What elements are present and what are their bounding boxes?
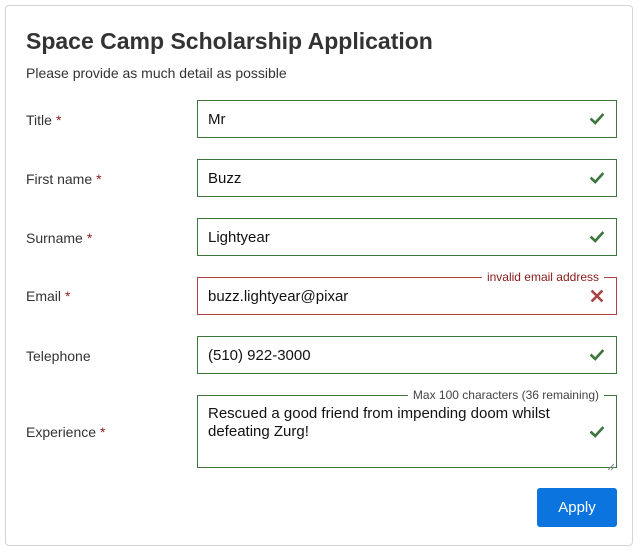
email-label: Email * bbox=[26, 288, 70, 304]
email-input[interactable] bbox=[198, 278, 616, 314]
required-marker: * bbox=[65, 288, 71, 304]
check-icon bbox=[590, 230, 604, 244]
title-label: Title * bbox=[26, 112, 61, 128]
surname-label-text: Surname bbox=[26, 230, 83, 246]
form-title: Space Camp Scholarship Application bbox=[26, 28, 433, 54]
first-name-label-text: First name bbox=[26, 171, 93, 187]
check-icon bbox=[590, 112, 604, 126]
experience-textarea[interactable]: Rescued a good friend from impending doo… bbox=[198, 396, 616, 467]
telephone-label: Telephone bbox=[26, 348, 91, 364]
required-marker: * bbox=[55, 112, 62, 128]
resize-grip-icon[interactable] bbox=[607, 458, 615, 471]
title-input[interactable] bbox=[198, 101, 616, 137]
telephone-field bbox=[197, 336, 617, 374]
check-icon bbox=[590, 425, 604, 439]
first-name-input[interactable] bbox=[198, 160, 616, 196]
email-field: invalid email address bbox=[197, 270, 617, 315]
check-icon bbox=[590, 348, 604, 362]
first-name-label: First name * bbox=[26, 171, 102, 187]
cross-icon bbox=[590, 289, 604, 303]
email-label-text: Email bbox=[26, 288, 62, 304]
surname-input[interactable] bbox=[198, 219, 616, 255]
experience-label: Experience * bbox=[26, 424, 106, 440]
experience-field: Max 100 characters (36 remaining) Rescue… bbox=[197, 388, 617, 471]
required-marker: * bbox=[100, 424, 106, 440]
apply-button[interactable]: Apply bbox=[537, 488, 617, 527]
form-subtitle: Please provide as much detail as possibl… bbox=[26, 65, 287, 81]
surname-field bbox=[197, 218, 617, 256]
required-marker: * bbox=[86, 230, 93, 246]
experience-label-text: Experience bbox=[26, 424, 97, 440]
telephone-input[interactable] bbox=[198, 337, 616, 373]
surname-label: Surname * bbox=[26, 230, 92, 246]
application-form-card: Space Camp Scholarship Application Pleas… bbox=[5, 5, 633, 546]
telephone-label-text: Telephone bbox=[26, 348, 91, 364]
check-icon bbox=[590, 171, 604, 185]
title-field bbox=[197, 100, 617, 138]
first-name-field bbox=[197, 159, 617, 197]
required-marker: * bbox=[96, 171, 102, 187]
title-label-text: Title bbox=[26, 112, 52, 128]
